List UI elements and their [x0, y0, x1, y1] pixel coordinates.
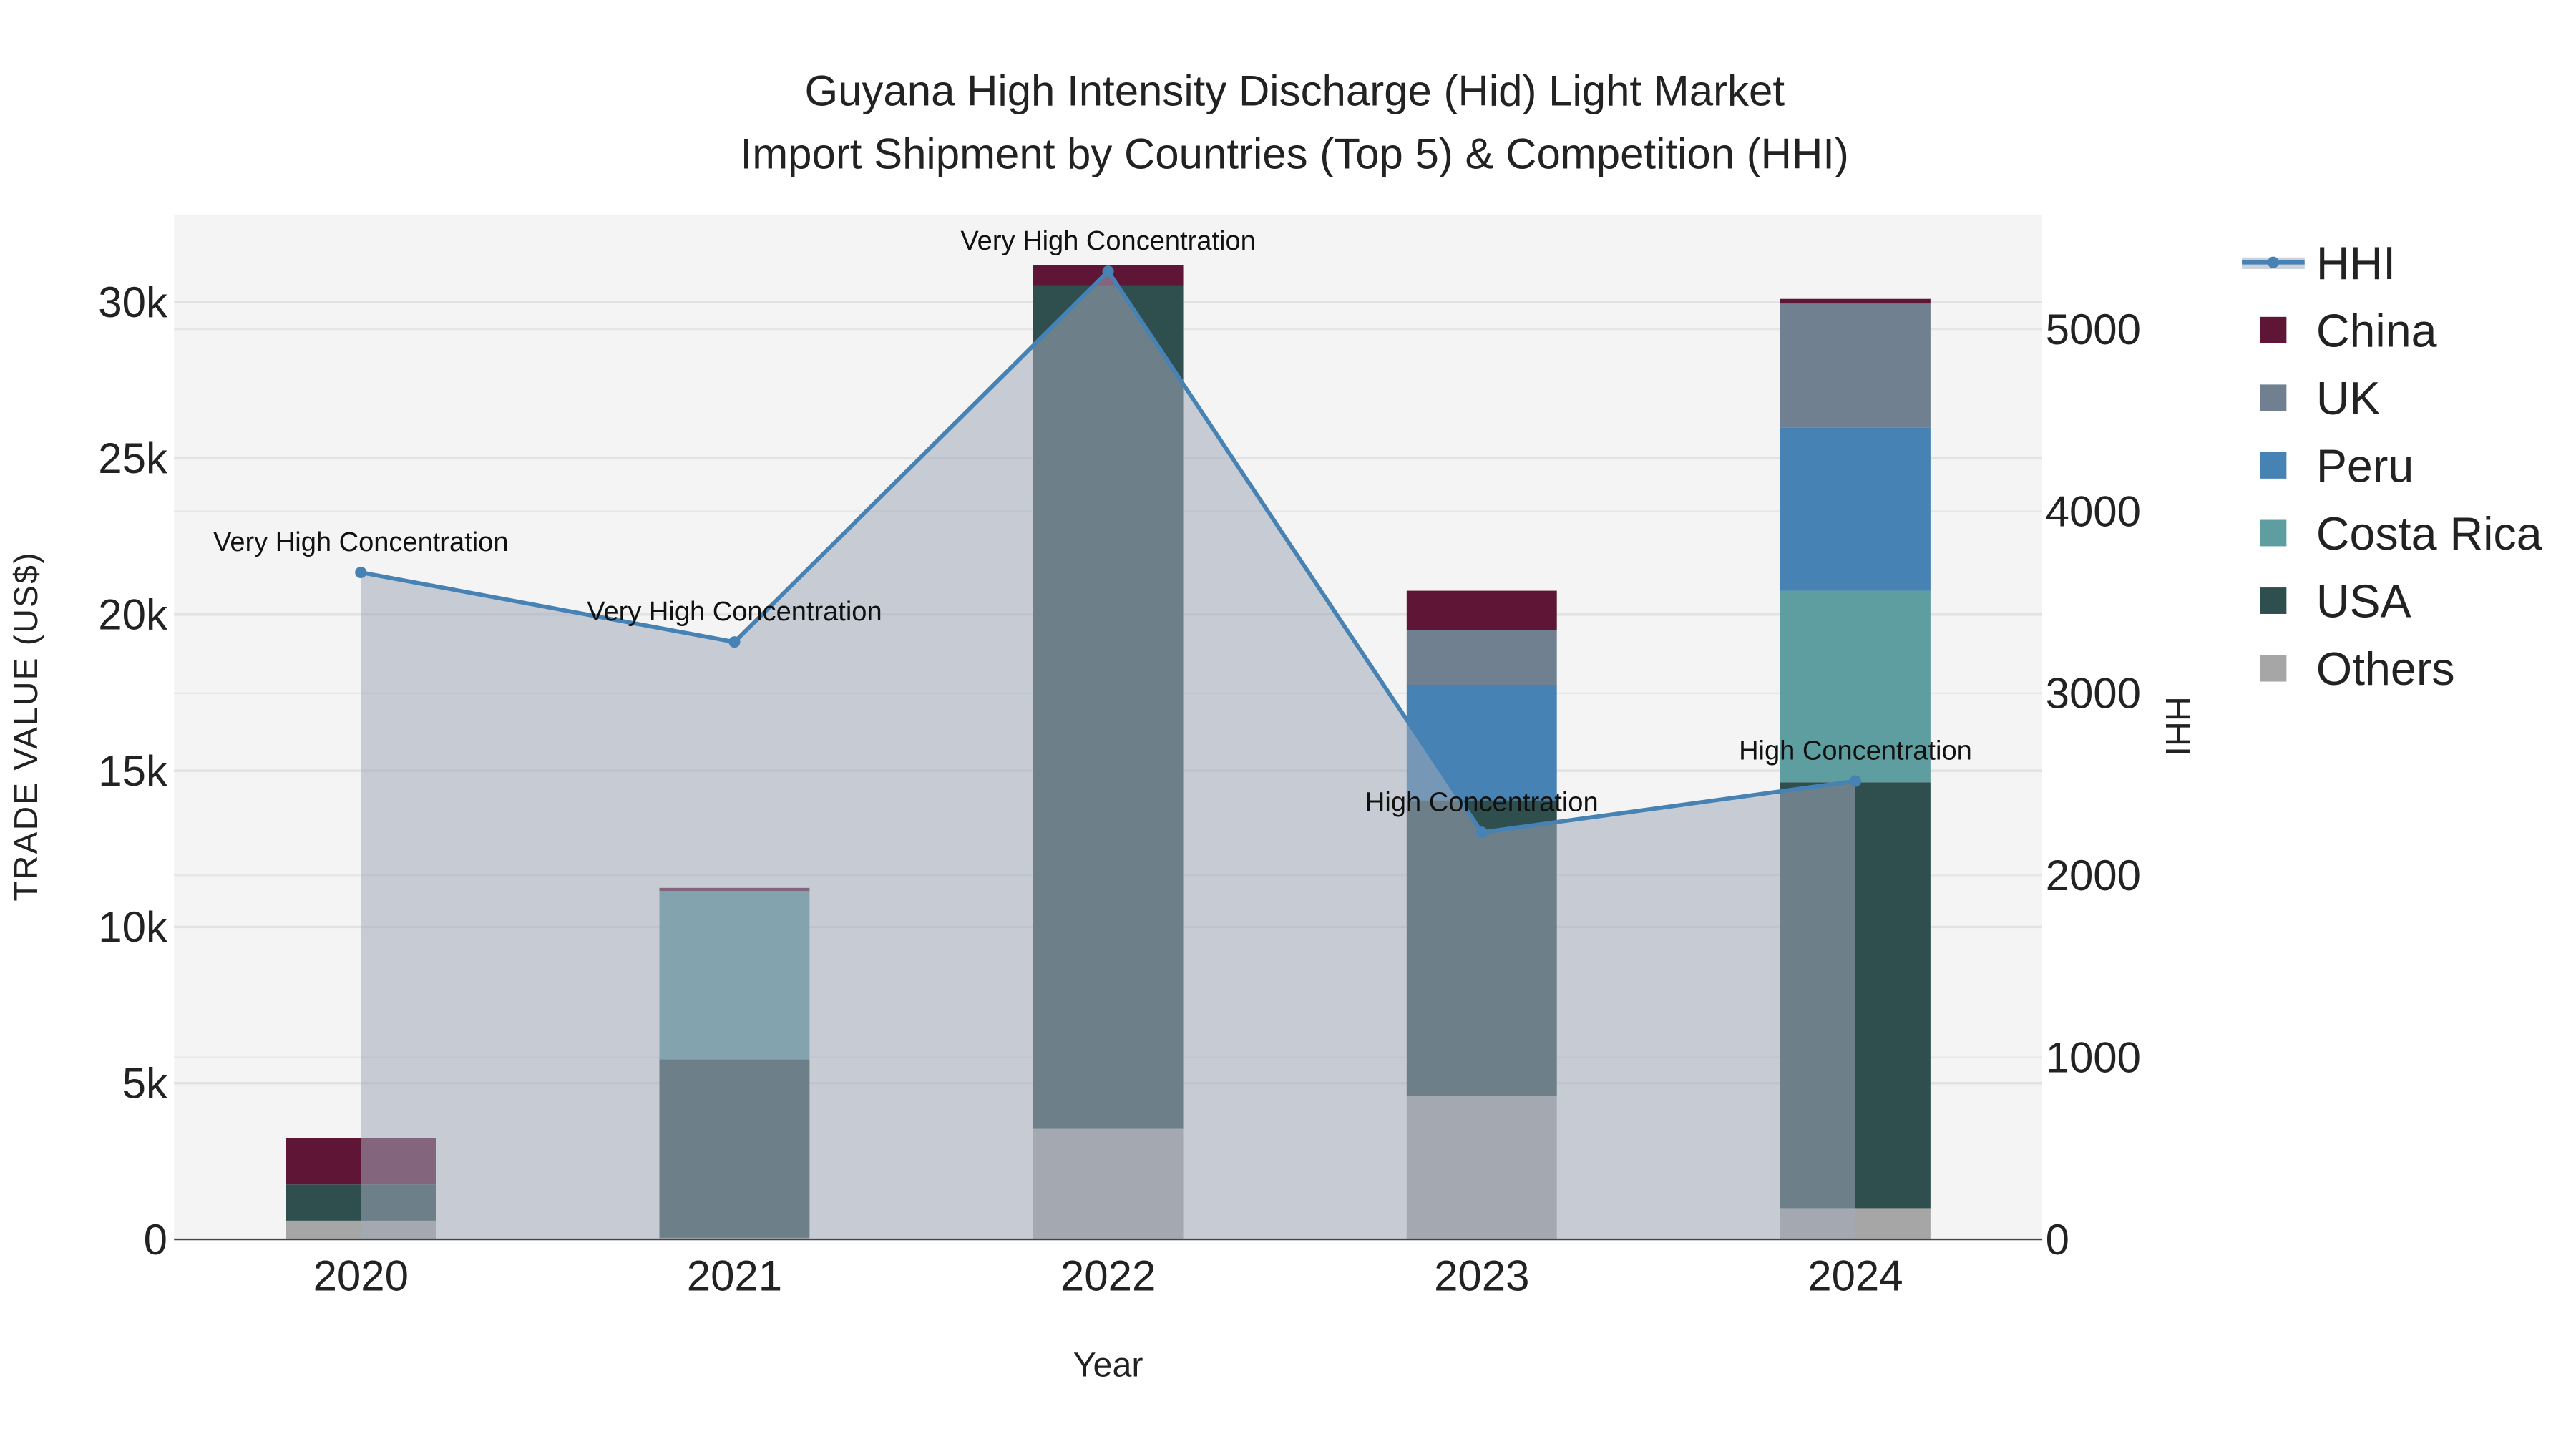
legend-swatch	[2260, 519, 2287, 547]
bar-peru	[1780, 427, 1931, 591]
y-tick-label: 5k	[122, 1060, 168, 1108]
legend-item-others[interactable]: Others	[2260, 643, 2455, 695]
y-tick-label: 20k	[98, 591, 168, 639]
legend-marker-icon	[2267, 256, 2279, 268]
chart: Guyana High Intensity Discharge (Hid) Li…	[7, 67, 2542, 1385]
y-tick-label: 15k	[98, 747, 168, 795]
x-tick-label: 2024	[1807, 1252, 1903, 1300]
bar-china	[1406, 590, 1557, 630]
y2-tick-label: 5000	[2046, 306, 2141, 353]
y-tick-label: 10k	[98, 903, 168, 951]
bar-uk	[1406, 630, 1557, 686]
legend-label: China	[2316, 305, 2437, 356]
legend-swatch	[2260, 452, 2287, 479]
hhi-annotation: Very High Concentration	[213, 527, 508, 557]
legend-swatch	[2260, 587, 2287, 614]
legend-item-costa-rica[interactable]: Costa Rica	[2260, 508, 2542, 560]
x-tick-label: 2023	[1434, 1252, 1529, 1300]
hhi-annotation: High Concentration	[1365, 787, 1599, 817]
legend-item-china[interactable]: China	[2260, 305, 2437, 356]
y2-tick-label: 2000	[2046, 852, 2141, 899]
legend-label: HHI	[2316, 238, 2396, 289]
x-tick-label: 2020	[313, 1252, 409, 1300]
legend: HHI China UK Peru Costa Rica USA Others	[2242, 238, 2542, 695]
legend-label: UK	[2316, 373, 2381, 424]
bar-china	[1780, 298, 1931, 304]
bar-uk	[1780, 303, 1931, 428]
hhi-annotation: Very High Concentration	[960, 226, 1255, 256]
hhi-point	[1475, 826, 1488, 839]
hhi-annotation: High Concentration	[1739, 736, 1972, 766]
y2-axis-title: HHI	[2158, 696, 2197, 756]
y-axis-title: TRADE VALUE (US$)	[7, 551, 44, 901]
legend-label: Costa Rica	[2316, 508, 2542, 560]
chart-title-line1: Guyana High Intensity Discharge (Hid) Li…	[804, 67, 1785, 115]
legend-swatch	[2260, 316, 2287, 343]
chart-title-line2: Import Shipment by Countries (Top 5) & C…	[741, 130, 1849, 177]
hhi-annotation: Very High Concentration	[587, 597, 882, 627]
y-tick-label: 0	[144, 1216, 167, 1264]
hhi-point	[355, 566, 367, 579]
legend-item-hhi[interactable]: HHI	[2242, 238, 2396, 289]
y2-tick-label: 1000	[2046, 1033, 2141, 1081]
hhi-point	[1102, 265, 1114, 278]
y2-tick-label: 3000	[2046, 670, 2141, 718]
legend-item-usa[interactable]: USA	[2260, 576, 2411, 628]
y-tick-label: 30k	[98, 278, 168, 326]
x-tick-label: 2021	[687, 1252, 782, 1300]
legend-item-uk[interactable]: UK	[2260, 373, 2381, 424]
legend-swatch	[2260, 655, 2287, 682]
hhi-point	[728, 636, 741, 648]
x-tick-label: 2022	[1060, 1252, 1156, 1300]
y-tick-label: 25k	[98, 434, 168, 482]
hhi-point	[1849, 775, 1862, 787]
legend-item-peru[interactable]: Peru	[2260, 440, 2414, 492]
legend-label: Others	[2316, 643, 2455, 695]
legend-swatch	[2260, 384, 2287, 411]
y2-tick-label: 0	[2046, 1216, 2069, 1264]
y2-tick-label: 4000	[2046, 487, 2141, 535]
legend-label: USA	[2316, 576, 2411, 628]
legend-label: Peru	[2316, 440, 2414, 492]
x-axis-title: Year	[1073, 1346, 1143, 1385]
